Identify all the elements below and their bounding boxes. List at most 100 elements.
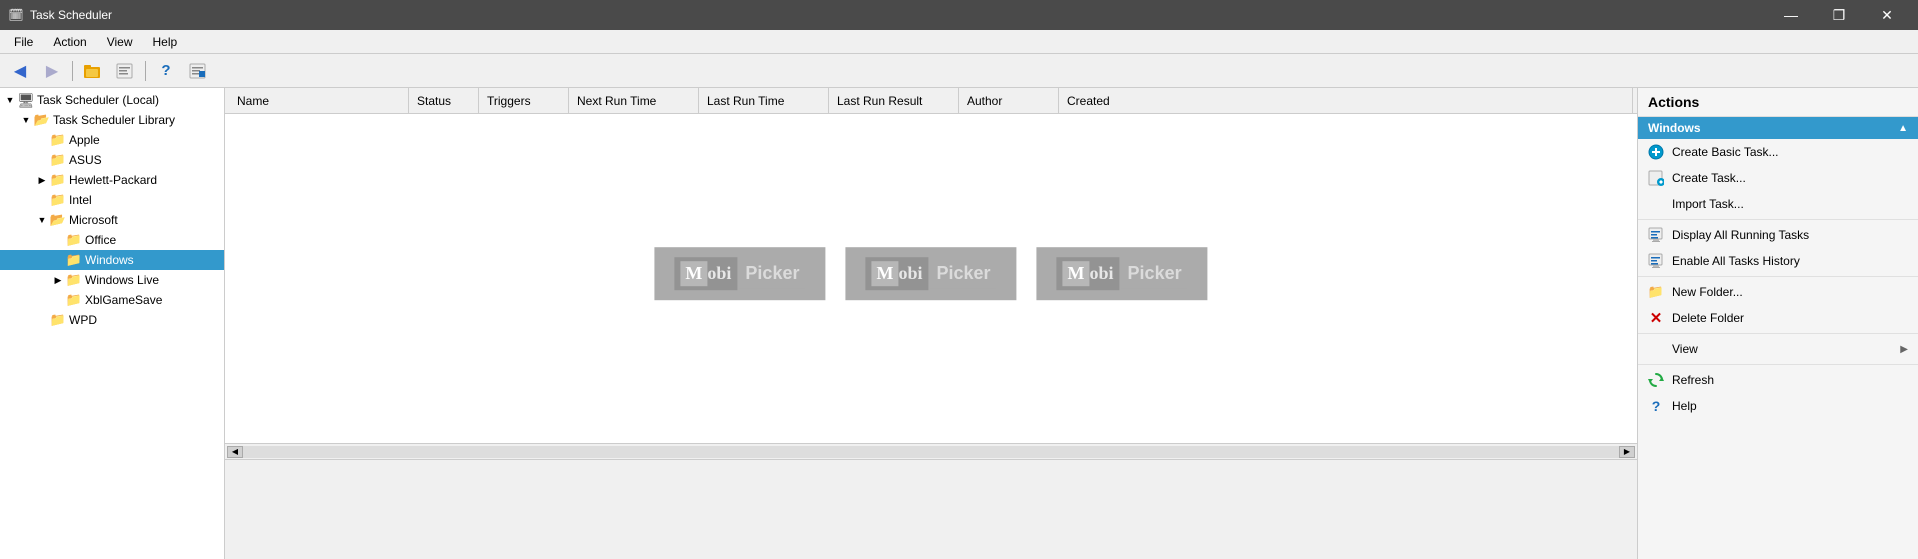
wpd-folder-icon: 📁 — [50, 312, 66, 328]
tree-item-windows-live[interactable]: ▶ 📁 Windows Live — [0, 270, 224, 290]
delete-folder-label: Delete Folder — [1672, 311, 1908, 325]
actions-section-windows[interactable]: Windows ▲ — [1638, 117, 1918, 139]
tree-apple-label: Apple — [69, 133, 100, 147]
open-button[interactable] — [79, 58, 107, 84]
office-arrow — [50, 232, 66, 248]
hp-arrow: ▶ — [34, 172, 50, 188]
scroll-right[interactable]: ▶ — [1619, 446, 1635, 458]
forward-button[interactable]: ▶ — [38, 58, 66, 84]
tree-item-windows[interactable]: 📁 Windows — [0, 250, 224, 270]
action-create-basic-task[interactable]: Create Basic Task... — [1638, 139, 1918, 165]
help-button[interactable]: ? — [152, 58, 180, 84]
tree-root[interactable]: ▼ 🖥 Task Scheduler (Local) — [0, 90, 224, 110]
col-header-status[interactable]: Status — [409, 88, 479, 113]
tree-item-wpd[interactable]: 📁 WPD — [0, 310, 224, 330]
lower-panel — [225, 459, 1637, 559]
maximize-button[interactable]: ❐ — [1816, 0, 1862, 30]
tree-item-library[interactable]: ▼ 📂 Task Scheduler Library — [0, 110, 224, 130]
scroll-left[interactable]: ◀ — [227, 446, 243, 458]
tree-asus-label: ASUS — [69, 153, 102, 167]
tree-item-office[interactable]: 📁 Office — [0, 230, 224, 250]
import-task-label: Import Task... — [1672, 197, 1908, 211]
watermark-1: M obi Picker — [654, 247, 825, 300]
tree-hp-label: Hewlett-Packard — [69, 173, 157, 187]
tree-xbl-label: XblGameSave — [85, 293, 162, 307]
tree-item-asus[interactable]: 📁 ASUS — [0, 150, 224, 170]
action-refresh[interactable]: Refresh — [1638, 367, 1918, 393]
library-folder-icon: 📂 — [34, 112, 50, 128]
col-header-triggers[interactable]: Triggers — [479, 88, 569, 113]
actions-panel: Actions Windows ▲ Create Basic Task... — [1638, 88, 1918, 559]
tree-microsoft-label: Microsoft — [69, 213, 118, 227]
display-running-icon — [1648, 227, 1664, 243]
col-header-author[interactable]: Author — [959, 88, 1059, 113]
menu-view[interactable]: View — [97, 30, 143, 53]
tree-item-microsoft[interactable]: ▼ 📂 Microsoft — [0, 210, 224, 230]
export-button[interactable] — [184, 58, 212, 84]
tree-windows-label: Windows — [85, 253, 134, 267]
actions-header: Actions — [1638, 88, 1918, 117]
close-button[interactable]: ✕ — [1864, 0, 1910, 30]
tree-library-label: Task Scheduler Library — [53, 113, 175, 127]
action-display-running[interactable]: Display All Running Tasks — [1638, 222, 1918, 248]
watermark-3: M obi Picker — [1037, 247, 1208, 300]
delete-folder-icon: ✕ — [1648, 310, 1664, 326]
action-view[interactable]: View ▶ — [1638, 336, 1918, 362]
enable-history-icon — [1648, 253, 1664, 269]
enable-history-label: Enable All Tasks History — [1672, 254, 1908, 268]
tree-item-intel[interactable]: 📁 Intel — [0, 190, 224, 210]
import-task-icon — [1648, 196, 1664, 212]
action-delete-folder[interactable]: ✕ Delete Folder — [1638, 305, 1918, 331]
col-header-last[interactable]: Last Run Time — [699, 88, 829, 113]
view-icon — [1648, 341, 1664, 357]
action-import-task[interactable]: Import Task... — [1638, 191, 1918, 217]
main-layout: ▼ 🖥 Task Scheduler (Local) ▼ 📂 Task Sche… — [0, 88, 1918, 559]
col-header-name[interactable]: Name — [229, 88, 409, 113]
menu-file[interactable]: File — [4, 30, 43, 53]
create-task-label: Create Task... — [1672, 171, 1908, 185]
toolbar: ◀ ▶ ? — [0, 54, 1918, 88]
view-label: View — [1672, 342, 1892, 356]
divider-2 — [1638, 276, 1918, 277]
tree-wpd-label: WPD — [69, 313, 97, 327]
tree-item-apple[interactable]: 📁 Apple — [0, 130, 224, 150]
windows-folder-icon: 📁 — [66, 252, 82, 268]
apple-folder-icon: 📁 — [50, 132, 66, 148]
app-icon: 🗓 — [8, 7, 24, 23]
wpd-arrow — [34, 312, 50, 328]
toolbar-separator-2 — [145, 61, 146, 81]
horizontal-scrollbar[interactable]: ◀ ▶ — [225, 443, 1637, 459]
back-button[interactable]: ◀ — [6, 58, 34, 84]
watermark: M obi Picker M obi — [654, 247, 1207, 300]
tree-item-hp[interactable]: ▶ 📁 Hewlett-Packard — [0, 170, 224, 190]
hp-folder-icon: 📁 — [50, 172, 66, 188]
display-running-label: Display All Running Tasks — [1672, 228, 1908, 242]
center-panel: Name Status Triggers Next Run Time Last … — [225, 88, 1638, 559]
divider-1 — [1638, 219, 1918, 220]
action-enable-history[interactable]: Enable All Tasks History — [1638, 248, 1918, 274]
menu-help[interactable]: Help — [143, 30, 188, 53]
col-header-result[interactable]: Last Run Result — [829, 88, 959, 113]
title-bar: 🗓 Task Scheduler — ❐ ✕ — [0, 0, 1918, 30]
action-help[interactable]: ? Help — [1638, 393, 1918, 419]
intel-arrow — [34, 192, 50, 208]
col-header-next[interactable]: Next Run Time — [569, 88, 699, 113]
help-icon: ? — [1648, 398, 1664, 414]
windows-arrow — [50, 252, 66, 268]
toolbar-separator-1 — [72, 61, 73, 81]
properties-button[interactable] — [111, 58, 139, 84]
create-basic-task-icon — [1648, 144, 1664, 160]
action-new-folder[interactable]: 📁 New Folder... — [1638, 279, 1918, 305]
col-header-created[interactable]: Created — [1059, 88, 1633, 113]
action-create-task[interactable]: Create Task... — [1638, 165, 1918, 191]
scroll-track[interactable] — [243, 446, 1619, 458]
office-folder-icon: 📁 — [66, 232, 82, 248]
menu-action[interactable]: Action — [43, 30, 96, 53]
microsoft-folder-icon: 📂 — [50, 212, 66, 228]
window-title: Task Scheduler — [30, 8, 1768, 22]
minimize-button[interactable]: — — [1768, 0, 1814, 30]
refresh-label: Refresh — [1672, 373, 1908, 387]
xbl-folder-icon: 📁 — [66, 292, 82, 308]
windows-live-folder-icon: 📁 — [66, 272, 82, 288]
tree-item-xbl[interactable]: 📁 XblGameSave — [0, 290, 224, 310]
